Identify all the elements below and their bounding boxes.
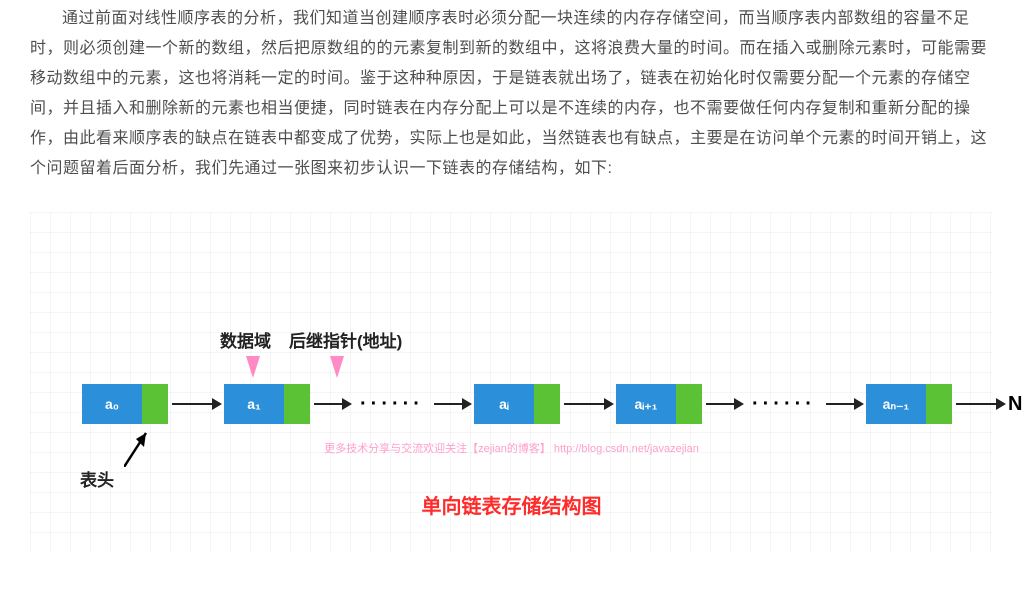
label-pointer-field: 后继指针(地址) <box>289 327 402 352</box>
label-data-field: 数据域 <box>220 327 271 352</box>
null-label: NULL <box>1008 393 1023 416</box>
arrow-right-icon <box>826 403 862 405</box>
list-node: aᵢ₊₁ <box>616 384 702 424</box>
arrow-right-icon <box>434 403 470 405</box>
list-node: aₙ₋₁ <box>866 384 952 424</box>
arrow-right-icon <box>172 403 220 405</box>
arrow-down-icon <box>246 356 260 378</box>
node-chain: a₀ a₁ ······ aᵢ aᵢ₊₁ ······ aₙ₋₁ NULL <box>82 384 1023 424</box>
node-pointer <box>926 384 952 424</box>
explanatory-paragraph: 通过前面对线性顺序表的分析，我们知道当创建顺序表时必须分配一块连续的内存存储空间… <box>0 0 1023 184</box>
node-data: a₀ <box>82 384 142 424</box>
list-node: a₁ <box>224 384 310 424</box>
arrow-right-icon <box>314 403 350 405</box>
node-data: aᵢ₊₁ <box>616 384 676 424</box>
list-node: aᵢ <box>474 384 560 424</box>
node-pointer <box>142 384 168 424</box>
ellipsis-icon: ······ <box>354 393 430 416</box>
list-node: a₀ <box>82 384 168 424</box>
node-pointer <box>284 384 310 424</box>
diagram-title: 单向链表存储结构图 <box>30 490 993 519</box>
node-part-labels: 数据域 后继指针(地址) <box>220 327 402 352</box>
node-pointer <box>534 384 560 424</box>
watermark-text: 更多技术分享与交流欢迎关注【zejian的博客】 http://blog.csd… <box>30 440 993 456</box>
arrow-right-icon <box>956 403 1004 405</box>
node-data: a₁ <box>224 384 284 424</box>
node-pointer <box>676 384 702 424</box>
node-data: aₙ₋₁ <box>866 384 926 424</box>
arrow-right-icon <box>706 403 742 405</box>
head-label: 表头 <box>80 466 114 491</box>
ellipsis-icon: ······ <box>746 393 822 416</box>
arrow-down-icon <box>330 356 344 378</box>
arrow-right-icon <box>564 403 612 405</box>
linked-list-diagram: 数据域 后继指针(地址) a₀ a₁ ······ aᵢ aᵢ₊₁ ······ <box>30 212 993 552</box>
node-data: aᵢ <box>474 384 534 424</box>
